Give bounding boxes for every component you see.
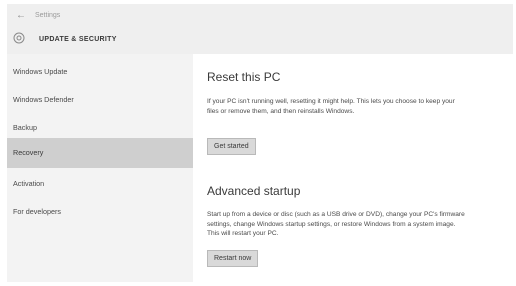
reset-section-title: Reset this PC bbox=[207, 70, 281, 84]
sidebar: Windows Update Windows Defender Backup R… bbox=[7, 54, 193, 282]
sidebar-item-activation[interactable]: Activation bbox=[7, 170, 193, 198]
sidebar-item-for-developers[interactable]: For developers bbox=[7, 198, 193, 226]
sidebar-item-windows-defender[interactable]: Windows Defender bbox=[7, 86, 193, 114]
advanced-startup-title: Advanced startup bbox=[207, 184, 301, 198]
sidebar-item-recovery[interactable]: Recovery bbox=[7, 138, 193, 168]
reset-section-description: If your PC isn't running well, resetting… bbox=[207, 98, 455, 115]
gear-icon bbox=[13, 31, 25, 44]
restart-now-button[interactable]: Restart now bbox=[207, 250, 259, 267]
get-started-button[interactable]: Get started bbox=[207, 138, 256, 155]
title-bar: ← Settings UPDATE & SECURITY bbox=[7, 4, 513, 54]
settings-window: ← Settings UPDATE & SECURITY Windows Upd… bbox=[7, 4, 513, 282]
sidebar-item-windows-update[interactable]: Windows Update bbox=[7, 58, 193, 86]
advanced-startup-description: Start up from a device or disc (such as … bbox=[207, 211, 465, 237]
app-title: Settings bbox=[35, 12, 61, 19]
back-arrow-icon[interactable]: ← bbox=[13, 10, 29, 22]
main-content: Reset this PC If your PC isn't running w… bbox=[193, 54, 513, 282]
page-title: UPDATE & SECURITY bbox=[39, 36, 117, 43]
